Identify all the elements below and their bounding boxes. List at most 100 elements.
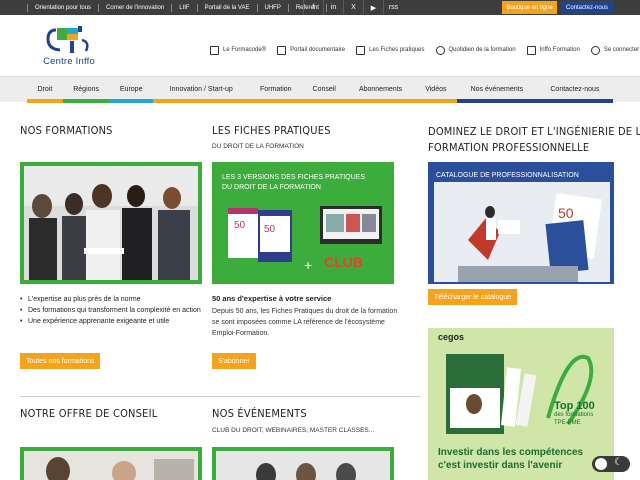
download-catalogue-button[interactable]: Télécharger le catalogue <box>428 289 518 305</box>
cegos-slogan-line-1: Investir dans les compétences <box>438 447 584 458</box>
section-divider <box>20 396 420 397</box>
rss-icon[interactable]: rss <box>383 0 403 15</box>
util-fiches[interactable]: Les Fiches pratiques <box>356 45 425 55</box>
logo-mark-icon <box>46 26 89 53</box>
nav-droit-label: Droit <box>37 86 53 93</box>
top-bar: Orientation pour tous Corner de l'innova… <box>0 0 640 15</box>
dark-mode-toggle[interactable]: ☾ <box>592 456 630 472</box>
newspaper-icon <box>526 45 536 55</box>
top-link-uhfp[interactable]: UHFP <box>256 3 288 12</box>
formations-photo[interactable] <box>20 162 202 284</box>
svg-text:+: + <box>304 257 312 273</box>
linkedin-icon[interactable]: in <box>323 0 343 15</box>
catalogue-banner[interactable]: CATALOGUE DE PROFESSIONNALISATION 50 <box>428 162 614 284</box>
util-formacode[interactable]: Le Formacode® <box>210 45 266 55</box>
nav-regions-label: Régions <box>73 86 99 93</box>
formations-bullet-3: Une expérience apprenante exigeante et u… <box>20 316 210 327</box>
shop-button[interactable]: Boutique en ligne <box>502 1 557 14</box>
evenements-photo[interactable] <box>212 447 394 480</box>
top-link-innovation[interactable]: Corner de l'innovation <box>98 3 171 12</box>
moon-icon: ☾ <box>614 457 623 468</box>
send-icon <box>435 45 445 55</box>
youtube-icon[interactable]: ▶ <box>363 0 383 15</box>
util-portail[interactable]: Portail documentaire <box>277 45 346 55</box>
nav-europe[interactable]: Europe <box>109 77 153 103</box>
file-icon <box>356 45 366 55</box>
nav-formation-bar <box>249 99 303 103</box>
utility-nav: Le Formacode® Portail documentaire Les F… <box>210 44 640 56</box>
nav-contact-label: Contactez-nous <box>550 86 600 93</box>
logo[interactable]: Centre Inffo <box>34 24 104 70</box>
nav-conseil-bar <box>302 99 347 103</box>
evenements-subtitle: CLUB DU DROIT, WEBINAIRES, MASTER CLASSE… <box>212 427 375 434</box>
nav-abonnements[interactable]: Abonnements <box>346 77 415 103</box>
util-fiches-label: Les Fiches pratiques <box>369 47 425 53</box>
top-links: Orientation pour tous Corner de l'innova… <box>27 0 327 15</box>
formations-bullet-1: L'expertise au plus près de la norme <box>20 294 210 305</box>
top100-line-2: des formations <box>554 412 594 418</box>
conseil-photo-image <box>24 451 198 480</box>
conseil-title: NOTRE OFFRE DE CONSEIL <box>20 407 158 420</box>
lock-icon <box>590 45 600 55</box>
nav-formation-label: Formation <box>260 86 292 93</box>
main-nav: Droit Régions Europe Innovation / Start-… <box>0 76 640 103</box>
util-login[interactable]: Se connecter <box>590 45 640 55</box>
all-formations-button[interactable]: Toutes nos formations <box>20 353 101 369</box>
formations-bullet-2: Des formations qui transforment la compl… <box>20 305 210 316</box>
nav-abonnements-bar <box>346 99 415 103</box>
fiches-strong: 50 ans d'expertise à votre service <box>212 294 332 303</box>
top-link-vae[interactable]: Portail de la VAE <box>196 3 257 12</box>
club-label: CLUB <box>324 254 363 270</box>
folder-icon <box>277 45 287 55</box>
util-quotidien-label: Quotidien de la formation <box>448 47 516 53</box>
catalogue-title-line-2: FORMATION PROFESSIONNELLE <box>428 141 590 154</box>
contact-button[interactable]: Contactez-nous <box>561 1 613 14</box>
logo-text: Centre Inffo <box>43 56 95 67</box>
nav-contact[interactable]: Contactez-nous <box>536 77 614 103</box>
svg-text:50: 50 <box>264 224 276 235</box>
fiches-title: LES FICHES PRATIQUES <box>212 124 331 137</box>
cegos-slogan-line-2: c'est investir dans l'avenir <box>438 460 563 471</box>
subscribe-button[interactable]: S'abonner <box>212 353 256 369</box>
x-icon[interactable]: X <box>343 0 363 15</box>
nav-evenements[interactable]: Nos événements <box>456 77 537 103</box>
util-login-label: Se connecter <box>603 47 640 53</box>
nav-regions[interactable]: Régions <box>62 77 110 103</box>
formations-photo-image <box>24 166 198 280</box>
facebook-icon[interactable]: f <box>303 0 323 15</box>
nav-europe-label: Europe <box>119 86 143 93</box>
nav-innovation-label: Innovation / Start-up <box>169 86 233 93</box>
top100-line-1: Top 100 <box>554 400 595 412</box>
top-link-orientation[interactable]: Orientation pour tous <box>27 3 98 12</box>
fiches-paragraph: Depuis 50 ans, les Fiches Pratiques du d… <box>212 308 398 337</box>
nav-europe-bar <box>109 99 153 103</box>
nav-videos-bar <box>414 99 457 103</box>
nav-contact-bar <box>536 99 614 103</box>
social-links: f in X ▶ rss <box>303 0 403 15</box>
top100-line-3: TPE-PME <box>554 420 581 426</box>
nav-innovation[interactable]: Innovation / Start-up <box>152 77 250 103</box>
nav-droit[interactable]: Droit <box>27 77 63 103</box>
nav-droit-bar <box>27 99 63 103</box>
util-quotidien[interactable]: Quotidien de la formation <box>435 45 516 55</box>
util-inffo[interactable]: Inffo Formation <box>526 45 580 55</box>
formations-bullets: L'expertise au plus près de la norme Des… <box>20 294 210 327</box>
nav-videos[interactable]: Vidéos <box>414 77 457 103</box>
formations-title: NOS FORMATIONS <box>20 124 113 137</box>
nav-formation[interactable]: Formation <box>249 77 303 103</box>
evenements-photo-image <box>216 451 390 480</box>
cegos-slogan: Investir dans les compétences c'est inve… <box>438 446 583 472</box>
nav-abonnements-label: Abonnements <box>358 86 403 93</box>
svg-text:50: 50 <box>558 205 574 221</box>
util-inffo-label: Inffo Formation <box>539 47 580 53</box>
evenements-title: NOS ÉVÉNEMENTS <box>212 407 307 420</box>
nav-evenements-bar <box>456 99 537 103</box>
top-link-liif[interactable]: LIIF <box>171 3 196 12</box>
document-icon <box>210 45 219 55</box>
fiches-banner[interactable]: LES 3 VERSIONS DES FICHES PRATIQUES DU D… <box>212 162 394 284</box>
nav-conseil[interactable]: Conseil <box>302 77 347 103</box>
catalogue-banner-image: 50 <box>434 182 610 282</box>
util-portail-label: Portail documentaire <box>290 47 346 53</box>
cegos-ad[interactable]: cegos Top 100 des formations TPE-PME Inv… <box>428 328 614 480</box>
conseil-photo[interactable] <box>20 447 202 480</box>
